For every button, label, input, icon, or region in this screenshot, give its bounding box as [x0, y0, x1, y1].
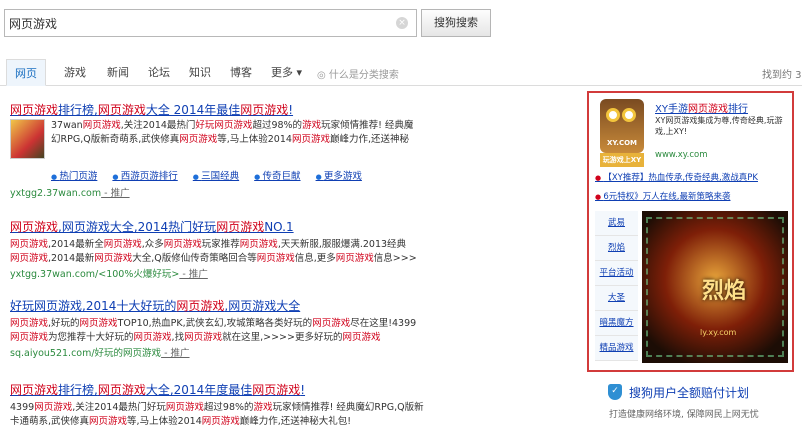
tab-more[interactable]: 更多 ▾	[271, 64, 302, 80]
tab-blog[interactable]: 博客	[230, 64, 252, 80]
sublink-more-games[interactable]: 更多游戏	[316, 171, 362, 182]
result-snippet: 卡通萌系,武侠修真网页游戏等,马上体验2014网页游戏巅峰力作,还送神秘大礼包!	[10, 416, 352, 427]
ad-description: XY网页游戏集成为尊,传奇经典,玩游戏,上XY!	[655, 116, 783, 136]
ad-url: www.xy.com	[655, 150, 708, 160]
result-item: 好玩网页游戏,2014十大好玩的网页游戏,网页游戏大全 网页游戏,好玩的网页游戏…	[10, 297, 565, 362]
result-item: 网页游戏排行榜,网页游戏大全 2014年最佳网页游戏! 37wan网页游戏,关注…	[10, 101, 565, 201]
game-banner-image[interactable]: 烈焰 ly.xy.com	[642, 211, 788, 363]
category-search-hint[interactable]: ◎ 什么是分类搜索	[317, 66, 399, 81]
search-input[interactable]	[9, 13, 389, 33]
ad-bullet-link[interactable]: 6元特权》万人在线,最新策略来袭	[595, 190, 730, 202]
side-link-lieyan[interactable]: 烈焰	[595, 236, 638, 261]
result-item: 网页游戏,网页游戏大全,2014热门好玩网页游戏NO.1 网页游戏,2014最新…	[10, 218, 565, 283]
sublink-sanguo[interactable]: 三国经典	[193, 171, 239, 182]
result-snippet: 4399网页游戏,关注2014最热门好玩网页游戏超过98%的游戏玩家倾情推荐! …	[10, 402, 424, 413]
promo-tag[interactable]: - 推广	[161, 348, 189, 359]
result-snippet: 37wan网页游戏,关注2014最热门好玩网页游戏超过98%的游戏玩家倾情推荐!…	[51, 120, 414, 131]
category-tabs: 网页 游戏 新闻 论坛 知识 博客 更多 ▾ ◎ 什么是分类搜索 找到约 3,5	[0, 57, 802, 86]
sublink-hot-games[interactable]: 热门页游	[51, 171, 97, 182]
ad-side-links: 武易 烈焰 平台活动 大圣 暗黑魔方 精品游戏	[595, 211, 638, 363]
tab-games[interactable]: 游戏	[64, 64, 86, 80]
side-link-featured-games[interactable]: 精品游戏	[595, 336, 638, 361]
result-snippet: 幻RPG,Q版新奇萌系,武侠修真网页游戏等,马上体验2014网页游戏巅峰力作,还…	[51, 134, 409, 145]
promo-tag[interactable]: - 推广	[101, 188, 129, 199]
tab-forum[interactable]: 论坛	[148, 64, 170, 80]
sponsored-ad-box: XY.COM 玩游戏上XY XY手游网页游戏排行 XY网页游戏集成为尊,传奇经典…	[587, 91, 794, 372]
side-link-dark-cube[interactable]: 暗黑魔方	[595, 311, 638, 336]
logo-caption: 玩游戏上XY	[600, 153, 644, 167]
side-link-platform-event[interactable]: 平台活动	[595, 261, 638, 286]
side-link-wuyi[interactable]: 武易	[595, 211, 638, 236]
search-button[interactable]: 搜狗搜索	[421, 9, 491, 37]
result-snippet: 网页游戏,2014最新全网页游戏,众多网页游戏玩家推荐网页游戏,天天新服,服服爆…	[10, 239, 407, 250]
result-url: sq.aiyou521.com/好玩的网页游戏 - 推广	[10, 348, 190, 359]
shield-icon: ✓	[608, 384, 622, 400]
promo-title[interactable]: 搜狗用户全额赔付计划	[629, 384, 749, 401]
result-title[interactable]: 网页游戏排行榜,网页游戏大全 2014年最佳网页游戏!	[10, 101, 565, 118]
clear-icon[interactable]: ×	[396, 17, 408, 29]
search-box[interactable]: ×	[4, 9, 417, 37]
result-url: yxtgg.37wan.com/<100%火爆好玩> - 推广	[10, 269, 208, 280]
game-brand-text: ly.xy.com	[700, 328, 737, 337]
result-count: 找到约 3,5	[762, 70, 802, 81]
sublink-xiyou-ranking[interactable]: 西游页游排行	[112, 171, 177, 182]
result-title[interactable]: 好玩网页游戏,2014十大好玩的网页游戏,网页游戏大全	[10, 297, 565, 314]
result-sublinks: 热门页游 西游页游排行 三国经典 传奇巨献 更多游戏	[51, 168, 374, 182]
result-snippet: 网页游戏为您推荐十大好玩的网页游戏,找网页游戏就在这里,>>>>更多好玩的网页游…	[10, 332, 381, 343]
result-snippet: 网页游戏,好玩的网页游戏TOP10,热血PK,武侠玄幻,攻城策略各类好玩的网页游…	[10, 318, 417, 329]
result-url: yxtgg2.37wan.com - 推广	[10, 188, 130, 199]
promo-subtitle: 打造健康网络环境, 保障网民上网无忧	[609, 410, 759, 420]
logo-text: XY.COM	[606, 139, 638, 147]
ad-title[interactable]: XY手游网页游戏排行	[655, 100, 748, 115]
result-thumbnail[interactable]	[10, 119, 45, 159]
result-item: 网页游戏排行榜,网页游戏大全,2014年度最佳网页游戏! 4399网页游戏,关注…	[10, 381, 565, 437]
result-snippet: 网页游戏,2014最新网页游戏大全,Q版修仙传奇策略回合等网页游戏信息,更多网页…	[10, 253, 417, 264]
compensation-promo: ✓ 搜狗用户全额赔付计划 打造健康网络环境, 保障网民上网无忧	[601, 380, 791, 436]
result-title[interactable]: 网页游戏,网页游戏大全,2014热门好玩网页游戏NO.1	[10, 218, 565, 235]
owl-logo-icon[interactable]: XY.COM	[600, 99, 644, 153]
promo-tag[interactable]: - 推广	[179, 269, 207, 280]
tab-news[interactable]: 新闻	[107, 64, 129, 80]
game-logo-text: 烈焰	[702, 279, 747, 304]
sublink-chuanqi[interactable]: 传奇巨献	[254, 171, 300, 182]
tab-knowledge[interactable]: 知识	[189, 64, 211, 80]
side-link-dasheng[interactable]: 大圣	[595, 286, 638, 311]
ad-bullet-link[interactable]: 【XY推荐】热血传承,传奇经典,激战真PK	[595, 171, 758, 183]
result-title[interactable]: 网页游戏排行榜,网页游戏大全,2014年度最佳网页游戏!	[10, 381, 565, 398]
tab-web[interactable]: 网页	[6, 59, 46, 86]
